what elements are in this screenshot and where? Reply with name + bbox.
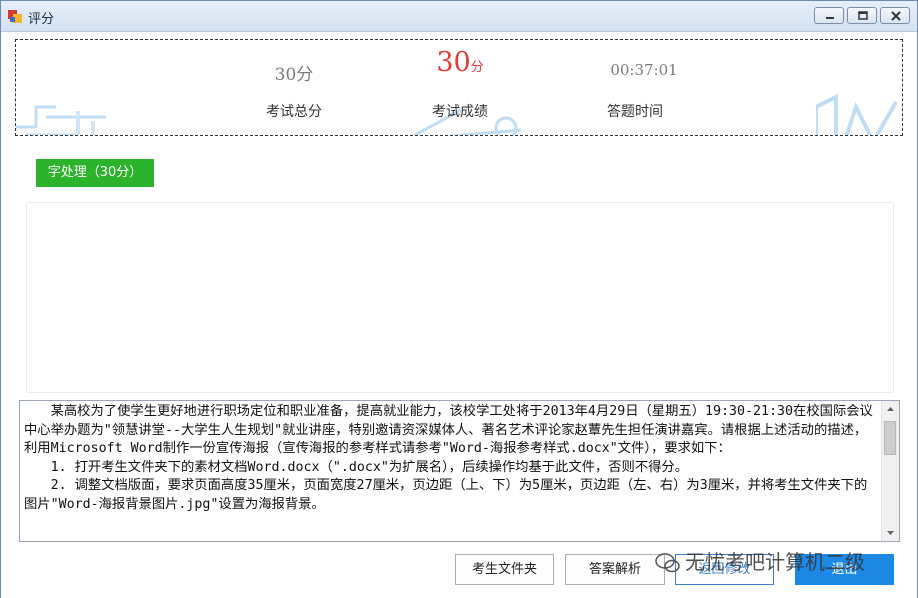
result-detail-panel bbox=[26, 202, 894, 393]
question-paragraph: 某高校为了使学生更好地进行职场定位和职业准备，提高就业能力，该校学工处将于201… bbox=[24, 404, 873, 456]
vertical-scrollbar[interactable] bbox=[881, 401, 899, 541]
watermark-text: 无忧考吧计算机二级 bbox=[685, 550, 865, 574]
total-score-label: 考试总分 bbox=[266, 104, 322, 120]
title-bar: 评分 bbox=[1, 1, 917, 32]
student-folder-button[interactable]: 考生文件夹 bbox=[455, 554, 554, 585]
decoration-left bbox=[16, 105, 106, 135]
question-text: 某高校为了使学生更好地进行职场定位和职业准备，提高就业能力，该校学工处将于201… bbox=[24, 403, 877, 514]
answer-time-label: 答题时间 bbox=[607, 104, 663, 120]
window-title: 评分 bbox=[28, 12, 55, 27]
minimize-button[interactable] bbox=[814, 7, 844, 24]
score-summary-panel: 30分 考试总分 30分 考试成绩 00:37:01 答题时间 bbox=[15, 39, 903, 136]
client-area: 30分 考试总分 30分 考试成绩 00:37:01 答题时间 字处理（30分）… bbox=[1, 32, 917, 598]
minimize-icon bbox=[826, 17, 834, 19]
word-processing-tab[interactable]: 字处理（30分） bbox=[36, 159, 154, 187]
app-icon bbox=[8, 10, 22, 23]
wechat-icon bbox=[655, 553, 680, 573]
close-icon bbox=[891, 11, 901, 21]
answer-time-value: 00:37:01 bbox=[610, 61, 678, 79]
close-button[interactable] bbox=[880, 7, 910, 24]
maximize-button[interactable] bbox=[847, 7, 877, 24]
scroll-up-icon[interactable] bbox=[882, 401, 899, 418]
restore-icon bbox=[858, 11, 868, 20]
answer-analysis-button[interactable]: 答案解析 bbox=[565, 554, 665, 585]
question-textbox[interactable]: 某高校为了使学生更好地进行职场定位和职业准备，提高就业能力，该校学工处将于201… bbox=[19, 400, 900, 542]
scroll-thumb[interactable] bbox=[884, 421, 896, 455]
scroll-down-icon[interactable] bbox=[882, 524, 899, 541]
score-window: 评分 30分 考试总分 30分 考试成绩 00:37:01 答题时间 字处理（3… bbox=[0, 0, 918, 598]
question-paragraph: 2. 调整文档版面，要求页面高度35厘米，页面宽度27厘米，页边距（上、下）为5… bbox=[24, 478, 868, 512]
decoration-right bbox=[816, 93, 898, 135]
exam-score-number: 30 bbox=[436, 47, 471, 78]
exam-score-value: 30分 bbox=[410, 47, 510, 78]
total-score-value: 30分 bbox=[274, 65, 314, 85]
question-paragraph: 1. 打开考生文件夹下的素材文档Word.docx（".docx"为扩展名），后… bbox=[50, 459, 689, 475]
exam-score-label: 考试成绩 bbox=[432, 104, 488, 120]
exam-score-unit: 分 bbox=[470, 60, 484, 75]
